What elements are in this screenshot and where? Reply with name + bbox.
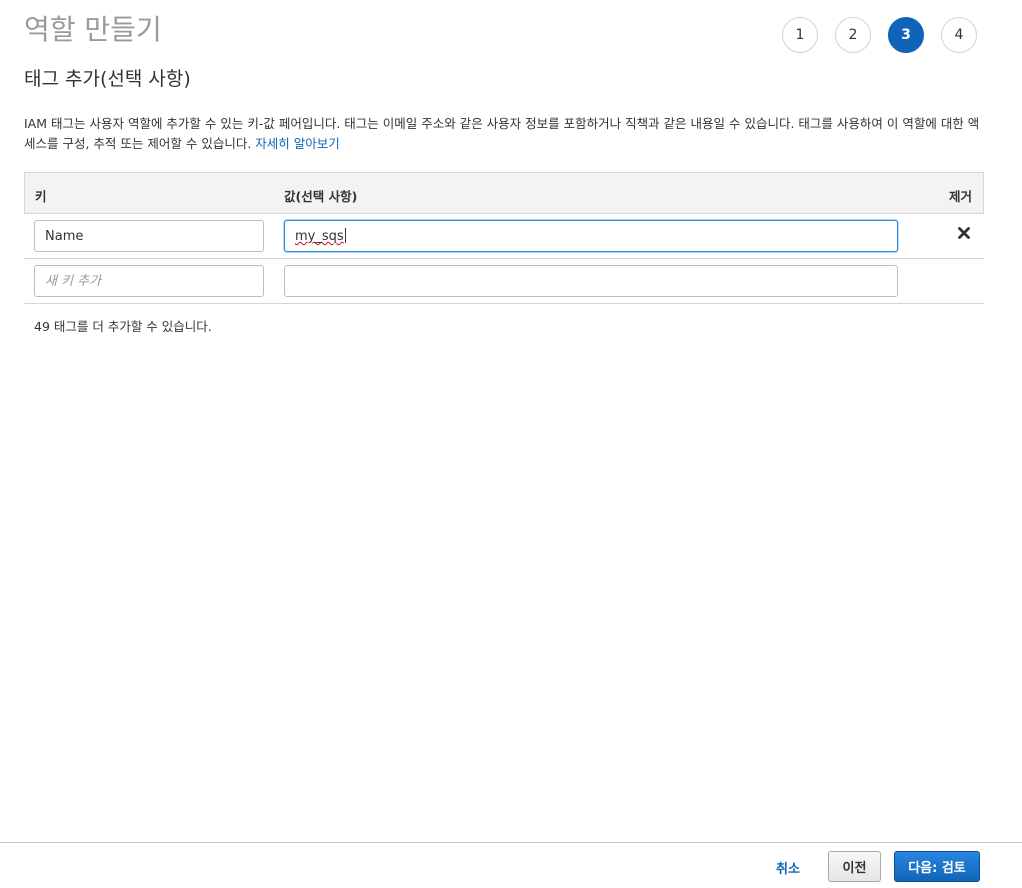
header-remove: 제거 (948, 189, 972, 204)
header-value: 값(선택 사항) (284, 189, 358, 204)
wizard-steps: 1 2 3 4 (782, 17, 977, 53)
step-2[interactable]: 2 (835, 17, 871, 53)
cancel-button[interactable]: 취소 (776, 858, 800, 877)
new-value-input[interactable] (284, 265, 898, 297)
tag-table-header: 키 값(선택 사항) 제거 (24, 172, 984, 214)
description-text: IAM 태그는 사용자 역할에 추가할 수 있는 키-값 페어입니다. 태그는 … (24, 116, 980, 151)
footer-bar: 취소 이전 다음: 검토 (0, 842, 1022, 888)
table-row: my_sqs (24, 214, 984, 259)
tags-remaining-text: 49 태그를 더 추가할 수 있습니다. (34, 319, 212, 334)
section-title: 태그 추가(선택 사항) (24, 68, 191, 90)
close-icon[interactable] (957, 226, 971, 240)
new-key-input[interactable] (34, 265, 264, 297)
step-1[interactable]: 1 (782, 17, 818, 53)
section-description: IAM 태그는 사용자 역할에 추가할 수 있는 키-값 페어입니다. 태그는 … (24, 114, 989, 154)
step-4[interactable]: 4 (941, 17, 977, 53)
next-review-button[interactable]: 다음: 검토 (894, 851, 980, 882)
tag-key-input[interactable] (34, 220, 264, 252)
learn-more-link[interactable]: 자세히 알아보기 (255, 136, 339, 151)
tag-value-input[interactable] (284, 220, 898, 252)
step-3[interactable]: 3 (888, 17, 924, 53)
table-row-new (24, 259, 984, 304)
header-key: 키 (35, 189, 47, 204)
page-title: 역할 만들기 (24, 13, 162, 46)
tag-table: 키 값(선택 사항) 제거 my_sqs (24, 172, 984, 304)
previous-button[interactable]: 이전 (828, 851, 881, 882)
